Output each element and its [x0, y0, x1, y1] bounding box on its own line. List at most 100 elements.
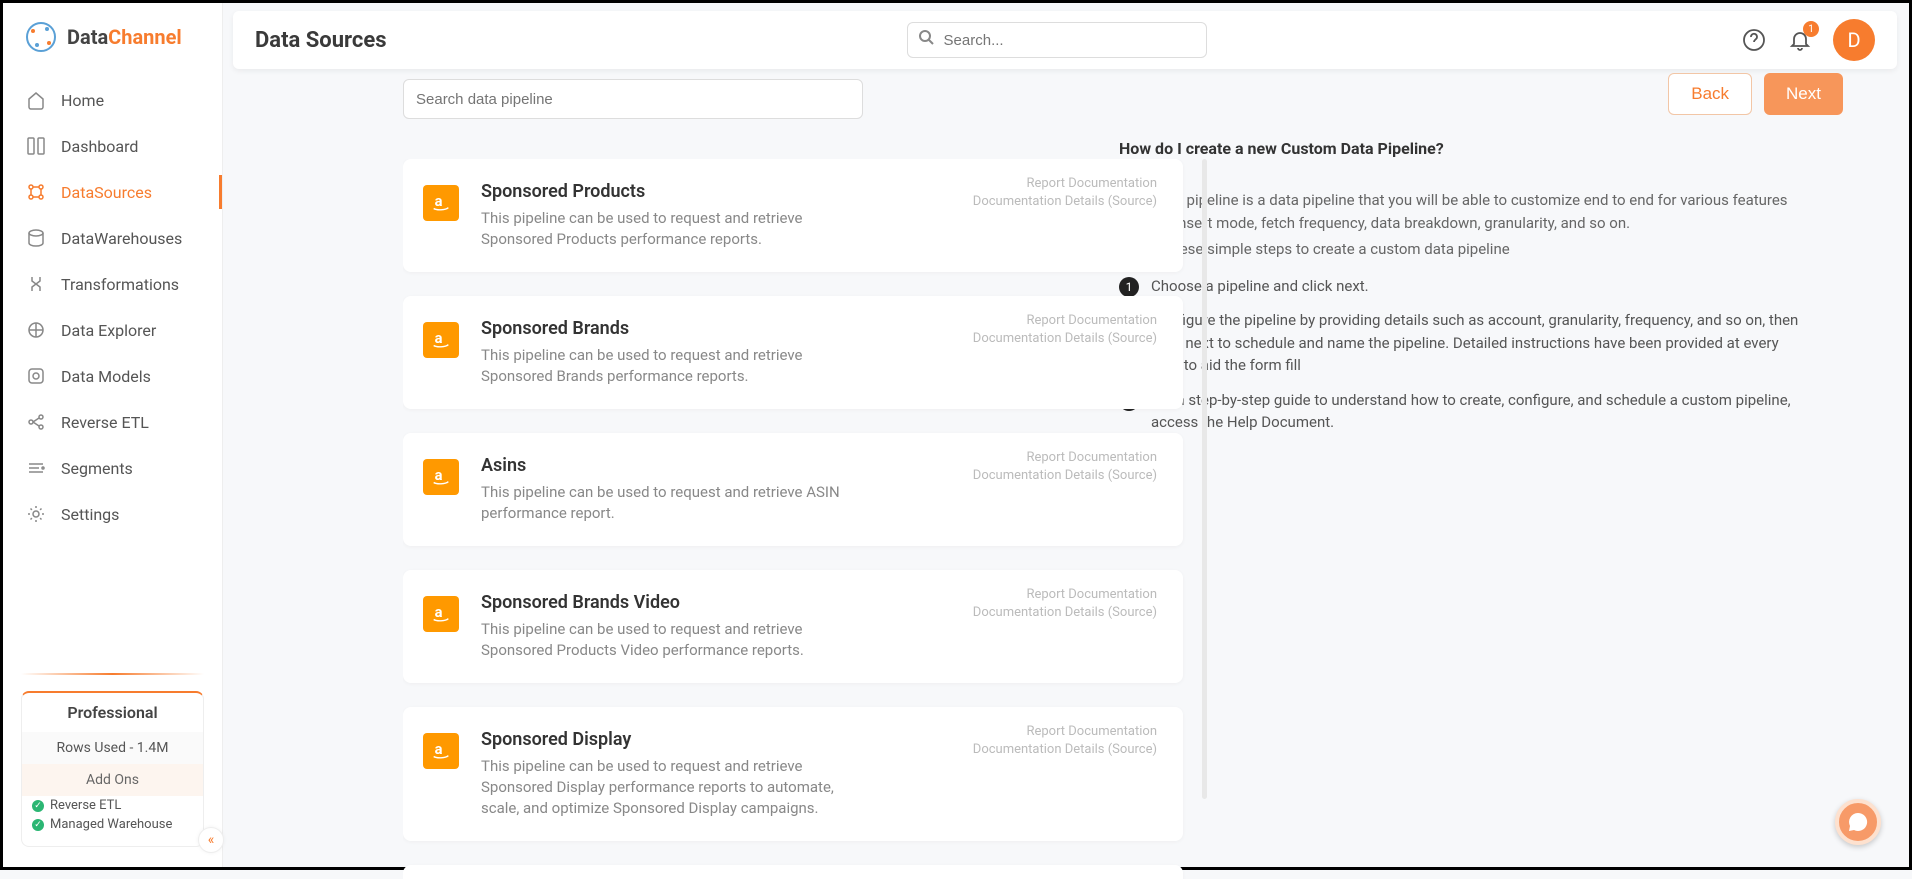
- card-desc: This pipeline can be used to request and…: [481, 482, 841, 524]
- amazon-icon: a: [423, 733, 459, 769]
- card-desc: This pipeline can be used to request and…: [481, 619, 841, 661]
- sidebar: DataChannel Home Dashboard DataSources D…: [3, 3, 223, 867]
- amazon-icon: a: [423, 459, 459, 495]
- amazon-icon: a: [423, 322, 459, 358]
- logo-text: DataChannel: [67, 25, 182, 49]
- plan-rows: Rows Used - 1.4M: [22, 732, 203, 764]
- nav-label: Reverse ETL: [61, 413, 149, 432]
- report-doc-link[interactable]: Report Documentation: [973, 312, 1157, 330]
- content: Back Next a Sponsored Products This pipe…: [233, 69, 1897, 859]
- nav-dashboard[interactable]: Dashboard: [3, 123, 222, 169]
- pipeline-card[interactable]: a Sponsored Brands This pipeline can be …: [403, 296, 1183, 409]
- models-icon: [25, 365, 47, 387]
- nav-label: DataWarehouses: [61, 229, 182, 248]
- pipeline-card[interactable]: a Sponsored Display This pipeline can be…: [403, 707, 1183, 841]
- cards-list[interactable]: a Sponsored Products This pipeline can b…: [403, 159, 1207, 879]
- nav-label: Settings: [61, 505, 119, 524]
- help-step: 3 For a step-by-step guide to understand…: [1119, 389, 1807, 434]
- amazon-icon: a: [423, 185, 459, 221]
- pipeline-search-input[interactable]: [403, 79, 863, 119]
- search-icon: [918, 29, 936, 51]
- nav-segments[interactable]: Segments: [3, 445, 222, 491]
- nav-label: Transformations: [61, 275, 179, 294]
- svg-text:a: a: [435, 192, 443, 210]
- gear-icon: [25, 503, 47, 525]
- svg-text:a: a: [435, 603, 443, 621]
- doc-details-link[interactable]: Documentation Details (Source): [973, 741, 1157, 759]
- help-title: How do I create a new Custom Data Pipeli…: [1119, 139, 1807, 158]
- step-text: For a step-by-step guide to understand h…: [1151, 389, 1807, 434]
- nav-datasources[interactable]: DataSources: [3, 169, 222, 215]
- report-doc-link[interactable]: Report Documentation: [973, 723, 1157, 741]
- pipeline-card[interactable]: a Sponsored Brands Purchased Product Rep…: [403, 865, 1183, 879]
- reverseetl-icon: [25, 411, 47, 433]
- transformations-icon: [25, 273, 47, 295]
- svg-text:a: a: [435, 329, 443, 347]
- nav-label: Data Explorer: [61, 321, 156, 340]
- help-icon: [1742, 28, 1766, 52]
- search-wrap[interactable]: [907, 22, 1207, 58]
- nav-label: Home: [61, 91, 104, 110]
- pipeline-card[interactable]: a Sponsored Brands Video This pipeline c…: [403, 570, 1183, 683]
- avatar[interactable]: D: [1833, 19, 1875, 61]
- step-text: Configure the pipeline by providing deta…: [1151, 309, 1807, 377]
- plan-addon: ✓ Managed Warehouse: [22, 815, 203, 834]
- notifications-button[interactable]: 1: [1787, 27, 1813, 53]
- check-icon: ✓: [32, 819, 44, 831]
- help-text: A custom pipeline is a data pipeline tha…: [1119, 189, 1807, 234]
- plan-box: Professional Rows Used - 1.4M Add Ons ✓ R…: [21, 691, 204, 847]
- amazon-icon: a: [423, 596, 459, 632]
- topbar: Data Sources 1 D: [233, 11, 1897, 69]
- explorer-icon: [25, 319, 47, 341]
- addon-label: Reverse ETL: [50, 798, 121, 813]
- pipeline-card[interactable]: a Asins This pipeline can be used to req…: [403, 433, 1183, 546]
- addon-label: Managed Warehouse: [50, 817, 172, 832]
- plan-addon: ✓ Reverse ETL: [22, 796, 203, 815]
- page-title: Data Sources: [255, 28, 387, 53]
- pipeline-card[interactable]: a Sponsored Products This pipeline can b…: [403, 159, 1183, 272]
- chat-icon: [1847, 811, 1869, 833]
- doc-details-link[interactable]: Documentation Details (Source): [973, 467, 1157, 485]
- warehouse-icon: [25, 227, 47, 249]
- doc-details-link[interactable]: Documentation Details (Source): [973, 604, 1157, 622]
- report-doc-link[interactable]: Report Documentation: [973, 586, 1157, 604]
- search-input[interactable]: [944, 32, 1196, 49]
- nav-label: Segments: [61, 459, 133, 478]
- svg-text:a: a: [435, 466, 443, 484]
- divider: [21, 673, 204, 675]
- next-button[interactable]: Next: [1764, 73, 1843, 115]
- plan-name: Professional: [22, 693, 203, 732]
- datasources-icon: [25, 181, 47, 203]
- help-button[interactable]: [1741, 27, 1767, 53]
- doc-details-link[interactable]: Documentation Details (Source): [973, 193, 1157, 211]
- logo-icon: [25, 21, 57, 53]
- segments-icon: [25, 457, 47, 479]
- nav-datamodels[interactable]: Data Models: [3, 353, 222, 399]
- help-step: 1 Choose a pipeline and click next.: [1119, 275, 1807, 298]
- plan-addons-head: Add Ons: [22, 764, 203, 796]
- nav-datawarehouses[interactable]: DataWarehouses: [3, 215, 222, 261]
- card-desc: This pipeline can be used to request and…: [481, 345, 841, 387]
- nav-transformations[interactable]: Transformations: [3, 261, 222, 307]
- dashboard-icon: [25, 135, 47, 157]
- help-text: Follow these simple steps to create a cu…: [1119, 238, 1807, 261]
- report-doc-link[interactable]: Report Documentation: [973, 449, 1157, 467]
- collapse-sidebar-button[interactable]: «: [198, 827, 224, 853]
- logo[interactable]: DataChannel: [3, 3, 222, 77]
- nav-label: DataSources: [61, 183, 152, 202]
- back-button[interactable]: Back: [1668, 73, 1752, 115]
- card-desc: This pipeline can be used to request and…: [481, 208, 841, 250]
- nav-label: Data Models: [61, 367, 151, 386]
- nav-reverseetl[interactable]: Reverse ETL: [3, 399, 222, 445]
- chat-button[interactable]: [1835, 799, 1881, 845]
- nav-settings[interactable]: Settings: [3, 491, 222, 537]
- nav-home[interactable]: Home: [3, 77, 222, 123]
- nav-label: Dashboard: [61, 137, 138, 156]
- nav-dataexplorer[interactable]: Data Explorer: [3, 307, 222, 353]
- check-icon: ✓: [32, 800, 44, 812]
- home-icon: [25, 89, 47, 111]
- report-doc-link[interactable]: Report Documentation: [973, 175, 1157, 193]
- chevrons-left-icon: «: [208, 832, 215, 848]
- nav: Home Dashboard DataSources DataWarehouse…: [3, 77, 222, 537]
- doc-details-link[interactable]: Documentation Details (Source): [973, 330, 1157, 348]
